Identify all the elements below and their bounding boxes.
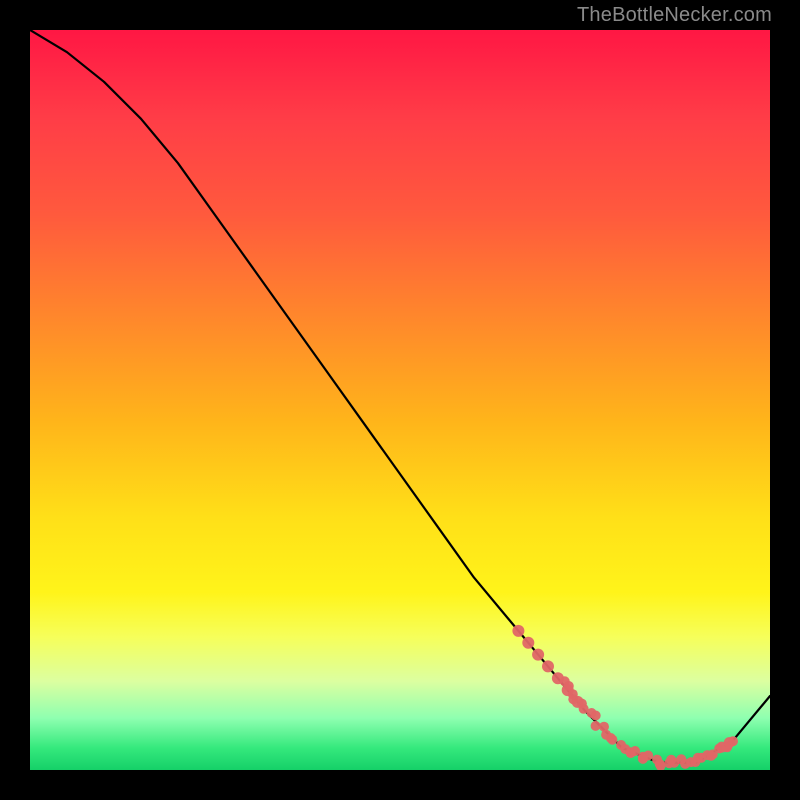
marker-dot [601, 730, 611, 740]
marker-dot [652, 755, 662, 765]
marker-dot [664, 758, 674, 768]
marker-dot [714, 744, 724, 754]
dots-group [512, 625, 738, 770]
marker-dot [723, 741, 733, 751]
marker-dot [676, 754, 686, 764]
marker-dot [568, 689, 578, 699]
marker-dot [542, 660, 554, 672]
marker-dot [724, 737, 735, 748]
marker-dot [579, 704, 589, 714]
marker-dot [690, 757, 700, 767]
marker-dot [591, 721, 601, 731]
marker-dot [728, 736, 738, 746]
marker-dot [722, 742, 732, 752]
marker-dot [638, 752, 648, 762]
marker-dot [655, 759, 665, 769]
marker-dot [706, 751, 716, 761]
marker-dot [708, 749, 718, 759]
marker-dot [560, 676, 570, 686]
marker-dot [669, 758, 679, 768]
marker-dot [532, 649, 544, 661]
marker-dot [607, 735, 617, 745]
curve-group [30, 30, 770, 763]
marker-dot [572, 696, 584, 708]
marker-dot [630, 746, 640, 756]
marker-dot [568, 694, 578, 704]
marker-dot [591, 711, 601, 721]
marker-dot [680, 759, 690, 769]
marker-dot [702, 750, 712, 760]
marker-dot [643, 751, 653, 761]
marker-dot [620, 744, 630, 754]
marker-dot [693, 753, 703, 763]
bottleneck-curve [30, 30, 770, 763]
marker-dot [587, 708, 597, 718]
marker-dot [686, 757, 696, 767]
marker-dot [599, 722, 609, 732]
marker-dot [606, 733, 616, 743]
marker-dot [552, 672, 564, 684]
marker-dot [696, 753, 706, 763]
marker-dot [522, 637, 534, 649]
plot-area [30, 30, 770, 770]
marker-dot [577, 699, 587, 709]
marker-dot [638, 754, 648, 764]
marker-dot [626, 747, 636, 757]
marker-dot [562, 684, 574, 696]
marker-dot [564, 681, 574, 691]
watermark-text: TheBottleNecker.com [577, 4, 772, 27]
marker-dot [626, 748, 636, 758]
curve-layer [30, 30, 770, 770]
marker-dot [666, 755, 676, 765]
marker-dot [616, 740, 626, 750]
marker-dot [656, 761, 666, 770]
marker-dot [512, 625, 524, 637]
chart-frame: TheBottleNecker.com [0, 0, 800, 800]
marker-dot [716, 742, 727, 753]
